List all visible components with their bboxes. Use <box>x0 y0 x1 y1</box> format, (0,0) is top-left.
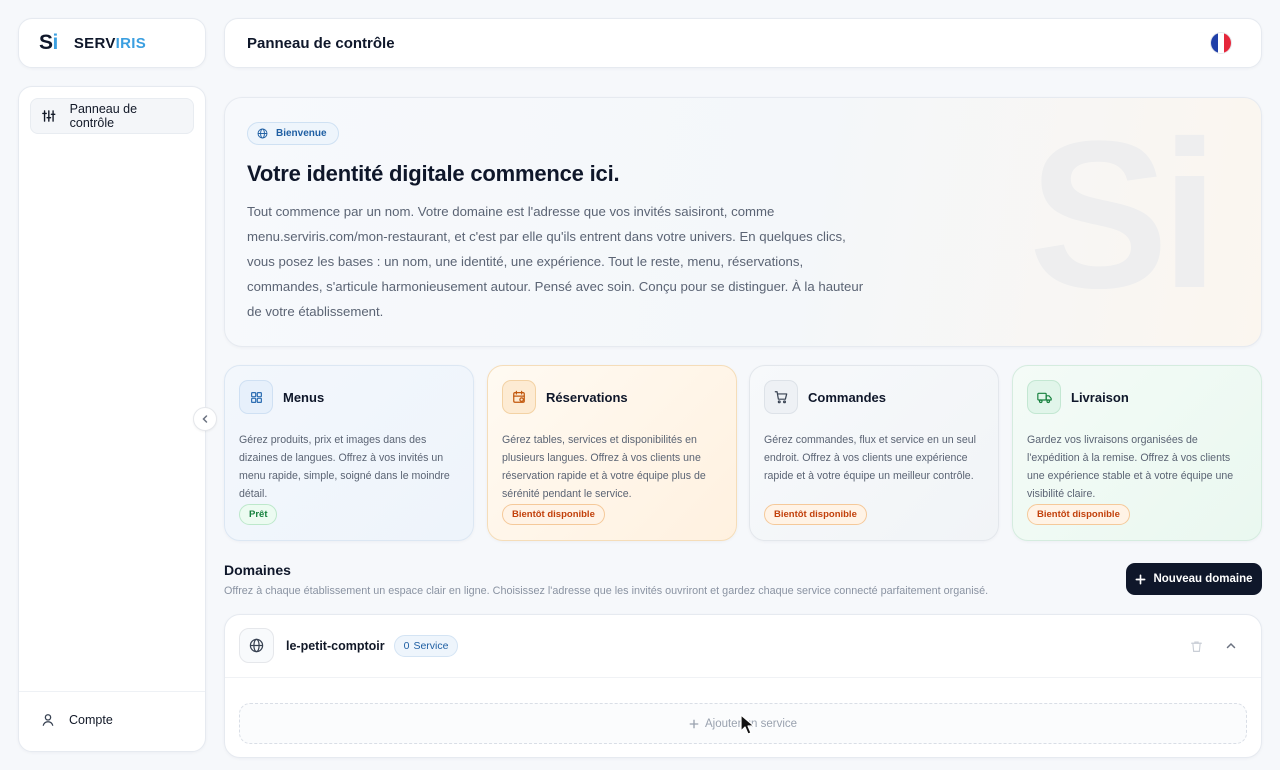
card-description: Gérez commandes, flux et service en un s… <box>764 434 976 482</box>
mouse-cursor-icon <box>740 714 755 735</box>
feature-card-reservations[interactable]: Réservations Gérez tables, services et d… <box>487 365 737 541</box>
truck-icon <box>1027 380 1061 414</box>
top-header: Panneau de contrôle <box>224 18 1262 68</box>
cart-icon <box>764 380 798 414</box>
user-icon <box>42 714 54 726</box>
card-title: Réservations <box>546 389 628 405</box>
logo-mark: Si <box>39 31 58 54</box>
sidebar-item-label: Panneau de contrôle <box>69 102 138 130</box>
sidebar-collapse-button[interactable] <box>193 407 217 431</box>
hero-title: Votre identité digitale commence ici. <box>247 161 620 186</box>
feature-card-menus[interactable]: Menus Gérez produits, prix et images dan… <box>224 365 474 541</box>
hero-description: Tout commence par un nom. Votre domaine … <box>247 204 864 319</box>
domains-title: Domaines <box>224 562 291 578</box>
account-label: Compte <box>69 713 113 727</box>
fr-flag-icon[interactable] <box>1211 33 1231 53</box>
card-description: Gardez vos livraisons organisées de l'ex… <box>1027 434 1234 500</box>
sidebar-item-dashboard[interactable]: Panneau de contrôle <box>30 98 194 134</box>
feature-card-delivery[interactable]: Livraison Gardez vos livraisons organisé… <box>1012 365 1262 541</box>
card-description: Gérez produits, prix et images dans des … <box>239 434 450 500</box>
domain-row[interactable]: le-petit-comptoir 0 Service <box>239 628 459 663</box>
welcome-badge: Bienvenue <box>247 122 339 145</box>
logo-text: SERVIRIS <box>73 34 147 52</box>
sidebar-divider <box>19 691 205 692</box>
domain-divider <box>225 677 1261 678</box>
feature-card-orders[interactable]: Commandes Gérez commandes, flux et servi… <box>749 365 999 541</box>
new-domain-button[interactable]: Nouveau domaine <box>1126 563 1262 595</box>
status-badge: Bientôt disponible <box>1027 504 1130 525</box>
status-badge: Bientôt disponible <box>502 504 605 525</box>
hero-watermark: Si <box>1028 97 1219 332</box>
chevron-left-icon <box>202 415 208 423</box>
domain-item: le-petit-comptoir 0 Service Ajouter un s… <box>224 614 1262 758</box>
service-count-badge: 0 Service <box>393 634 459 657</box>
domains-subtitle: Offrez à chaque établissement un espace … <box>224 585 989 597</box>
brand-logo[interactable]: Si SERVIRIS <box>18 18 206 68</box>
card-title: Livraison <box>1071 389 1129 405</box>
sidebar-item-account[interactable]: Compte <box>41 713 113 727</box>
plus-icon <box>689 719 699 728</box>
card-title: Menus <box>283 389 325 405</box>
card-title: Commandes <box>808 389 887 405</box>
domain-name: le-petit-comptoir <box>286 638 385 653</box>
card-description: Gérez tables, services et disponibilités… <box>502 434 706 500</box>
trash-icon[interactable] <box>1190 640 1203 653</box>
welcome-hero: Si Bienvenue Votre identité digitale com… <box>224 97 1262 347</box>
page-title: Panneau de contrôle <box>247 34 395 52</box>
plus-icon <box>1136 574 1146 584</box>
calendar-icon <box>502 380 536 414</box>
globe-icon <box>239 628 274 663</box>
globe-icon <box>257 128 268 139</box>
sliders-icon <box>42 110 56 122</box>
chevron-up-icon[interactable] <box>1225 640 1237 652</box>
grid-icon <box>239 380 273 414</box>
sidebar: Panneau de contrôle Compte <box>18 86 206 752</box>
status-badge: Bientôt disponible <box>764 504 867 525</box>
status-badge: Prêt <box>239 504 278 525</box>
